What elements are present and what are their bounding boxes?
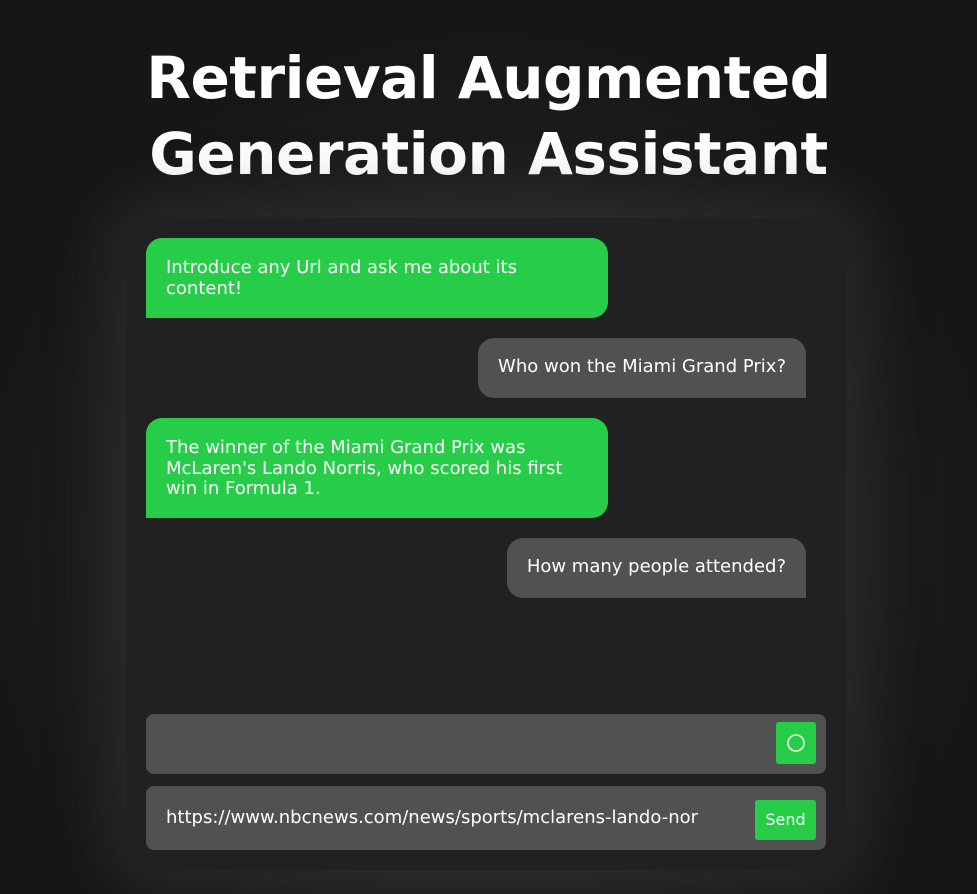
user-message: How many people attended?: [506, 538, 806, 598]
question-bar: [146, 714, 826, 774]
url-input[interactable]: https://www.nbcnews.com/news/sports/mcla…: [166, 786, 746, 850]
send-button[interactable]: Send: [755, 800, 816, 840]
loading-button[interactable]: [776, 722, 816, 764]
title-line-2: Generation Assistant: [149, 120, 828, 188]
page-title: Retrieval Augmented Generation Assistant: [0, 40, 977, 192]
loading-spinner-icon: [787, 734, 805, 752]
url-bar: https://www.nbcnews.com/news/sports/mcla…: [146, 786, 826, 850]
title-line-1: Retrieval Augmented: [146, 44, 831, 112]
assistant-message: Introduce any Url and ask me about its c…: [146, 238, 608, 318]
user-message: Who won the Miami Grand Prix?: [478, 338, 806, 398]
chat-panel: Introduce any Url and ask me about its c…: [126, 218, 846, 870]
assistant-message: The winner of the Miami Grand Prix was M…: [146, 418, 608, 518]
question-input[interactable]: [146, 714, 766, 774]
